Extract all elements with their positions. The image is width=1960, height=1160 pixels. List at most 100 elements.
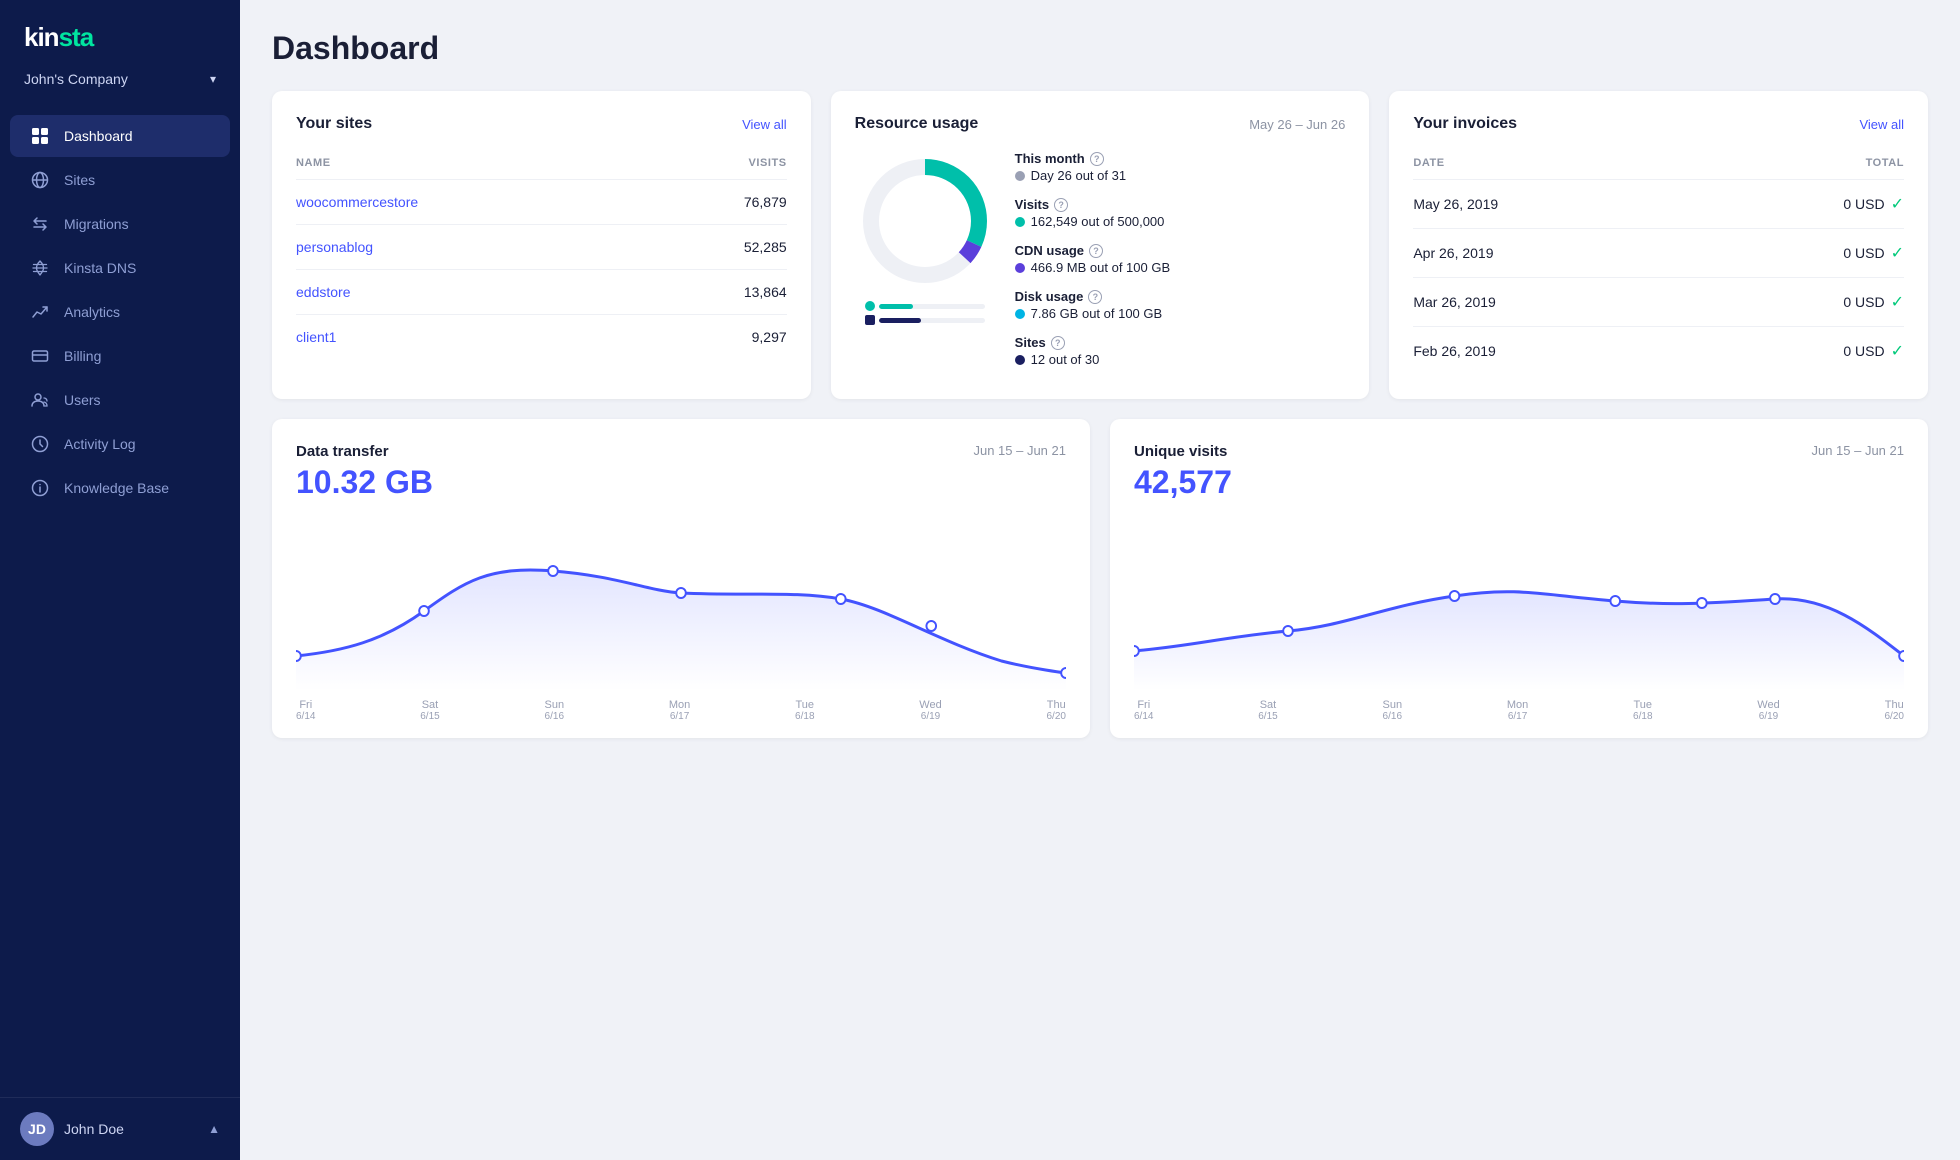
sidebar-item-dashboard[interactable]: Dashboard <box>10 115 230 157</box>
sidebar-item-label: Kinsta DNS <box>64 260 136 276</box>
disk-info-icon[interactable]: ? <box>1088 290 1102 304</box>
site-link[interactable]: personablog <box>296 239 744 255</box>
sidebar-item-migrations[interactable]: Migrations <box>10 203 230 245</box>
page-title: Dashboard <box>272 30 1928 67</box>
sidebar-item-label: Billing <box>64 348 101 364</box>
this-month-label: This month <box>1015 151 1085 166</box>
visits-value: 13,864 <box>744 284 787 300</box>
disk-dot <box>1015 309 1025 319</box>
resource-date-range: May 26 – Jun 26 <box>1249 117 1345 132</box>
dns-icon <box>30 258 50 278</box>
resource-legend: This month ? Day 26 out of 31 Visits ? <box>1015 151 1346 367</box>
x-label-thu: Thu 6/20 <box>1047 699 1066 722</box>
sites-usage-label: Sites <box>1015 335 1046 350</box>
sidebar-item-label: Users <box>64 392 101 408</box>
invoice-date: Feb 26, 2019 <box>1413 343 1843 359</box>
logo: kinsta <box>0 0 240 63</box>
this-month-info-icon[interactable]: ? <box>1090 152 1104 166</box>
this-month-item: This month ? Day 26 out of 31 <box>1015 151 1346 183</box>
bottom-charts-row: Data transfer Jun 15 – Jun 21 10.32 GB <box>272 419 1928 738</box>
table-row: client1 9,297 <box>296 315 787 359</box>
sidebar-item-label: Knowledge Base <box>64 480 169 496</box>
user-info[interactable]: JD John Doe <box>20 1112 124 1146</box>
chevron-down-icon: ▾ <box>210 72 216 86</box>
visits-label: Visits <box>1015 197 1049 212</box>
data-transfer-chart-area <box>296 511 1066 691</box>
invoice-total: 0 USD ✓ <box>1843 341 1904 361</box>
visits-value: 76,879 <box>744 194 787 210</box>
sidebar-item-knowledge-base[interactable]: Knowledge Base <box>10 467 230 509</box>
cdn-dot <box>1015 263 1025 273</box>
data-transfer-card: Data transfer Jun 15 – Jun 21 10.32 GB <box>272 419 1090 738</box>
knowledge-base-icon <box>30 478 50 498</box>
invoice-col-total: TOTAL <box>1866 157 1904 169</box>
col-name-header: NAME <box>296 157 749 169</box>
sidebar-item-activity-log[interactable]: Activity Log <box>10 423 230 465</box>
sidebar-item-label: Analytics <box>64 304 120 320</box>
invoice-total: 0 USD ✓ <box>1843 292 1904 312</box>
logo-text: kinsta <box>24 22 216 53</box>
sidebar-item-kinsta-dns[interactable]: Kinsta DNS <box>10 247 230 289</box>
cdn-info-icon[interactable]: ? <box>1089 244 1103 258</box>
uv-x-label-thu: Thu 6/20 <box>1885 699 1904 722</box>
visits-value: 9,297 <box>752 329 787 345</box>
sites-view-all-link[interactable]: View all <box>742 117 787 132</box>
unique-visits-title: Unique visits <box>1134 443 1227 460</box>
invoices-card: Your invoices View all DATE TOTAL May 26… <box>1389 91 1928 399</box>
sidebar-item-label: Migrations <box>64 216 129 232</box>
donut-area <box>855 151 995 325</box>
cdn-item: CDN usage ? 466.9 MB out of 100 GB <box>1015 243 1346 275</box>
day-label: Day 26 out of 31 <box>1031 168 1126 183</box>
analytics-icon <box>30 302 50 322</box>
unique-visits-x-axis: Fri 6/14 Sat 6/15 Sun 6/16 Mon 6/17 Tue <box>1134 691 1904 738</box>
data-transfer-date: Jun 15 – Jun 21 <box>973 443 1066 458</box>
x-label-sat: Sat 6/15 <box>420 699 439 722</box>
invoice-total: 0 USD ✓ <box>1843 194 1904 214</box>
data-transfer-chart-svg <box>296 511 1066 691</box>
site-link[interactable]: client1 <box>296 329 752 345</box>
uv-x-label-mon: Mon 6/17 <box>1507 699 1528 722</box>
uv-x-label-sun: Sun 6/16 <box>1383 699 1403 722</box>
site-link[interactable]: eddstore <box>296 284 744 300</box>
dashboard-icon <box>30 126 50 146</box>
sidebar-item-analytics[interactable]: Analytics <box>10 291 230 333</box>
sites-usage-item: Sites ? 12 out of 30 <box>1015 335 1346 367</box>
company-selector[interactable]: John's Company ▾ <box>0 63 240 105</box>
uv-x-label-fri: Fri 6/14 <box>1134 699 1153 722</box>
check-icon: ✓ <box>1891 243 1904 263</box>
main-content: Dashboard Your sites View all NAME VISIT… <box>240 0 1960 1160</box>
sidebar: kinsta John's Company ▾ Dashboard Sites … <box>0 0 240 1160</box>
cdn-label: CDN usage <box>1015 243 1084 258</box>
users-icon <box>30 390 50 410</box>
invoice-row: Apr 26, 2019 0 USD ✓ <box>1413 229 1904 278</box>
invoice-row: Feb 26, 2019 0 USD ✓ <box>1413 327 1904 375</box>
visits-val: 162,549 out of 500,000 <box>1031 214 1165 229</box>
check-icon: ✓ <box>1891 194 1904 214</box>
data-transfer-value: 10.32 GB <box>296 464 1066 501</box>
uv-x-label-sat: Sat 6/15 <box>1258 699 1277 722</box>
visits-info-icon[interactable]: ? <box>1054 198 1068 212</box>
sites-info-icon[interactable]: ? <box>1051 336 1065 350</box>
invoice-date: Mar 26, 2019 <box>1413 294 1843 310</box>
data-transfer-title: Data transfer <box>296 443 389 460</box>
unique-visits-chart-svg <box>1134 511 1904 691</box>
sidebar-item-sites[interactable]: Sites <box>10 159 230 201</box>
invoices-view-all-link[interactable]: View all <box>1859 117 1904 132</box>
site-link[interactable]: woocommercestore <box>296 194 744 210</box>
invoice-row: May 26, 2019 0 USD ✓ <box>1413 180 1904 229</box>
invoices-table-header: DATE TOTAL <box>1413 151 1904 180</box>
migrations-icon <box>30 214 50 234</box>
sites-table-header: NAME VISITS <box>296 151 787 180</box>
day-dot <box>1015 171 1025 181</box>
unique-visits-card: Unique visits Jun 15 – Jun 21 42,577 <box>1110 419 1928 738</box>
invoice-col-date: DATE <box>1413 157 1865 169</box>
sidebar-item-billing[interactable]: Billing <box>10 335 230 377</box>
disk-val: 7.86 GB out of 100 GB <box>1031 306 1163 321</box>
avatar: JD <box>20 1112 54 1146</box>
visits-dot <box>1015 217 1025 227</box>
invoices-card-header: Your invoices View all <box>1413 115 1904 133</box>
sites-card-title: Your sites <box>296 115 372 133</box>
sidebar-item-label: Dashboard <box>64 128 133 144</box>
billing-icon <box>30 346 50 366</box>
sidebar-item-users[interactable]: Users <box>10 379 230 421</box>
